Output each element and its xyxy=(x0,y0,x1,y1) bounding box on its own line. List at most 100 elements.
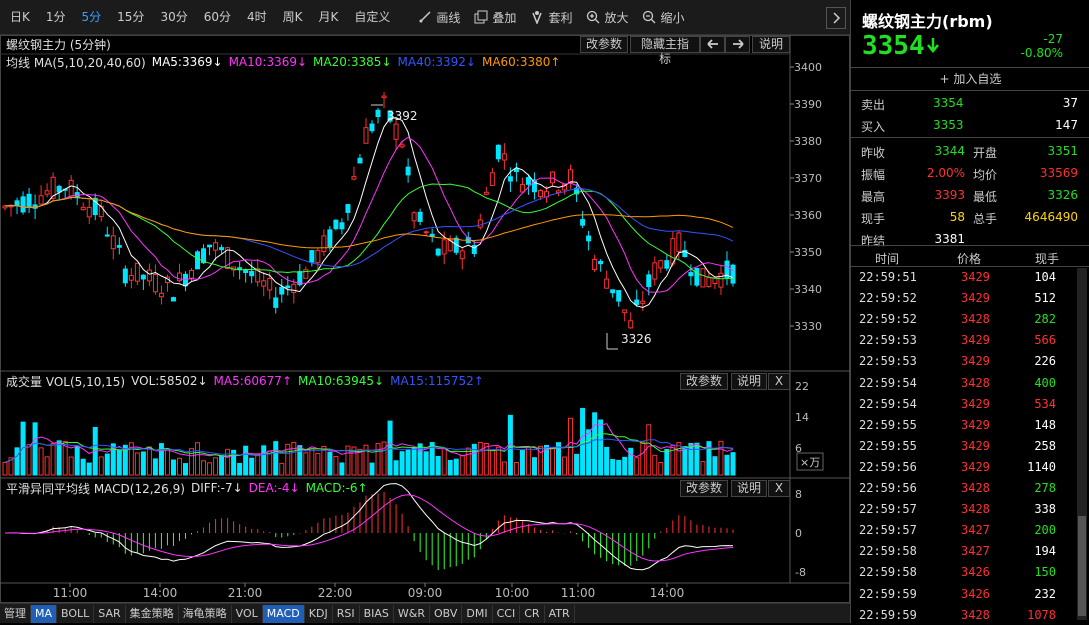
indicator-tab-3[interactable]: SAR xyxy=(94,604,126,623)
volume-params-button[interactable]: 改参数 xyxy=(680,373,728,390)
indicator-tab-7[interactable]: MACD xyxy=(262,604,305,623)
volume-bar xyxy=(357,448,363,476)
indicator-tab-15[interactable]: CR xyxy=(520,604,545,623)
scroll-right-button[interactable] xyxy=(725,36,750,53)
period-buttons: 日K 1分 5分 15分 30分 60分 4时 周K 月K 自定义 xyxy=(0,6,396,28)
period-8-button[interactable]: 月K xyxy=(313,6,345,28)
tick-volume: 338 xyxy=(1034,502,1056,517)
indicator-tab-14[interactable]: CCI xyxy=(493,604,521,623)
indicator-tab-0[interactable]: 管理 xyxy=(0,604,31,623)
indicator-tab-1[interactable]: MA xyxy=(31,604,58,623)
indicator-tab-12[interactable]: OBV xyxy=(430,604,463,623)
down-arrow-icon xyxy=(926,38,939,53)
period-3-button[interactable]: 15分 xyxy=(111,6,150,28)
scroll-left-button[interactable] xyxy=(700,36,725,53)
volume-bar xyxy=(411,447,417,476)
indicator-tab-4[interactable]: 集金策略 xyxy=(126,604,179,623)
macd-close-button[interactable]: X xyxy=(768,480,790,497)
period-toolbar: 日K 1分 5分 15分 30分 60分 4时 周K 月K 自定义 画线 叠加 套利 放大 缩小 xyxy=(0,0,850,35)
volume-bar xyxy=(189,448,195,476)
period-5-button[interactable]: 60分 xyxy=(198,6,237,28)
candle-body xyxy=(676,232,682,252)
candle-body xyxy=(285,285,291,288)
tool-0-button[interactable]: 画线 xyxy=(418,9,460,26)
period-4-button[interactable]: 30分 xyxy=(154,6,193,28)
contract-title: 螺纹钢主力(rbm) xyxy=(862,12,993,31)
tick-time: 22:59:52 xyxy=(859,291,917,306)
volume-bar xyxy=(405,449,411,476)
x-tick-label: 21:00 xyxy=(228,586,263,600)
candle-body xyxy=(375,109,381,118)
chevron-right-icon xyxy=(833,12,841,24)
kline-chart-svg[interactable]: 3400339033803370336033503340333022146×万8… xyxy=(0,35,850,603)
indicator-tab-16[interactable]: ATR xyxy=(545,604,575,623)
volume-bar xyxy=(56,440,62,476)
expand-right-button[interactable] xyxy=(826,7,846,29)
volume-bar xyxy=(98,456,104,476)
candle-body xyxy=(146,269,152,282)
indicator-tab-8[interactable]: KDJ xyxy=(305,604,333,623)
indicator-tab-11[interactable]: W&R xyxy=(394,604,430,623)
candle-body xyxy=(658,260,664,269)
tick-scrollbar[interactable] xyxy=(1077,268,1087,620)
volume-bar xyxy=(435,455,441,476)
candle-body xyxy=(291,283,297,293)
period-1-button[interactable]: 1分 xyxy=(40,6,72,28)
tool-4-button[interactable]: 缩小 xyxy=(642,9,684,26)
tool-1-button[interactable]: 叠加 xyxy=(474,9,516,26)
x-tick-label: 22:00 xyxy=(318,586,353,600)
volume-close-button[interactable]: X xyxy=(768,373,790,390)
tool-2-button[interactable]: 套利 xyxy=(530,9,572,26)
volume-bar xyxy=(182,463,188,476)
volume-bar xyxy=(369,462,375,476)
indicator-tab-10[interactable]: BIAS xyxy=(360,604,394,623)
indicator-value: MA10:63945↓ xyxy=(298,374,385,388)
period-7-button[interactable]: 周K xyxy=(277,6,309,28)
indicator-tab-2[interactable]: BOLL xyxy=(57,604,95,623)
period-0-button[interactable]: 日K xyxy=(4,6,36,28)
macd-help-button[interactable]: 说明 xyxy=(731,480,767,497)
candle-body xyxy=(706,277,712,287)
add-to-watchlist-button[interactable]: + 加入自选 xyxy=(851,67,1089,91)
indicator-tab-5[interactable]: 海龟策略 xyxy=(179,604,232,623)
tool-3-button[interactable]: 放大 xyxy=(586,9,628,26)
tick-price: 3429 xyxy=(961,396,990,411)
tick-row: 22:59:54 3429 534 xyxy=(851,393,1089,414)
y-tick-label: 3370 xyxy=(794,172,822,185)
indicator-value: DIFF:-7↓ xyxy=(190,481,243,495)
hide-main-indicator-button[interactable]: 隐藏主指标 xyxy=(630,36,700,66)
tick-time: 22:59:58 xyxy=(859,565,917,580)
candle-body xyxy=(327,229,333,248)
indicator-tab-6[interactable]: VOL xyxy=(232,604,263,623)
volume-bar xyxy=(562,456,568,476)
indicator-value: MA40:3392↓ xyxy=(397,55,476,69)
indicator-value: 平滑异同平均线 MACD(12,26,9) xyxy=(6,481,185,496)
ma20-line xyxy=(4,183,734,280)
main-params-button[interactable]: 改参数 xyxy=(580,36,628,53)
main-help-button[interactable]: 说明 xyxy=(752,36,790,53)
candle-body xyxy=(604,278,610,289)
volume-bar xyxy=(207,462,213,476)
period-9-button[interactable]: 自定义 xyxy=(348,6,396,28)
indicator-tab-13[interactable]: DMI xyxy=(462,604,493,623)
tick-price: 3428 xyxy=(961,312,990,327)
macd-params-button[interactable]: 改参数 xyxy=(680,480,728,497)
candle-body xyxy=(170,297,176,302)
tick-price: 3426 xyxy=(961,586,990,601)
chart-frame xyxy=(0,35,850,603)
indicator-value: 成交量 VOL(5,10,15) xyxy=(6,374,126,389)
volume-help-button[interactable]: 说明 xyxy=(731,373,767,390)
period-6-button[interactable]: 4时 xyxy=(241,6,273,28)
volume-bar xyxy=(225,448,231,476)
volume-bar xyxy=(604,446,610,476)
tick-time: 22:59:57 xyxy=(859,502,917,517)
scrollbar-thumb[interactable] xyxy=(1078,516,1086,616)
period-2-button[interactable]: 5分 xyxy=(76,6,108,28)
candle-body xyxy=(315,249,321,264)
candle-body xyxy=(399,144,405,148)
chart-area[interactable]: 3400 3390 3380 3370 3360 3350 3340 3330 22 14 6 ×万 8… xyxy=(0,35,850,603)
indicator-tab-9[interactable]: RSI xyxy=(333,604,360,623)
volume-bar xyxy=(550,447,556,476)
zoom-in-icon xyxy=(587,10,600,24)
stat-label: 总手 xyxy=(973,212,998,226)
